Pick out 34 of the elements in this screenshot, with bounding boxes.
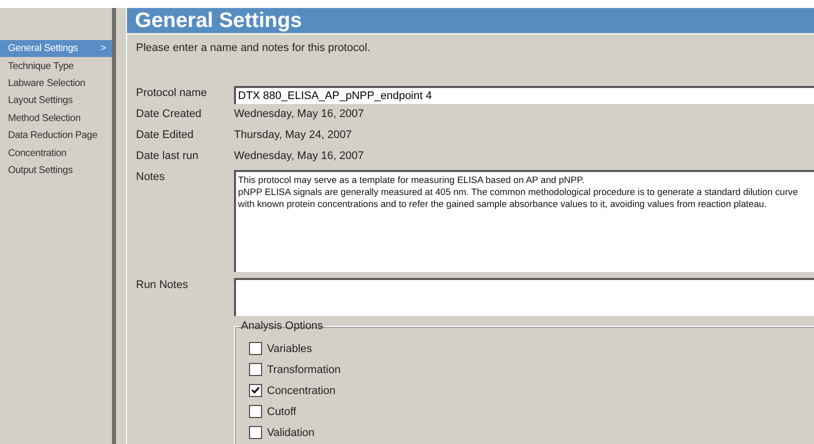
field-label: Notes [136,171,165,183]
notes-field[interactable]: This protocol may serve as a template for measuring ELISA based on AP and pNPP. pNPP ELISA signals are generally measured at 405 nm. The common methodological procedure is to generate a standard dilution curve with known protein concentrations and to refer the gained sample absorbance values to it, avoiding values from reaction plateau. [234,170,814,272]
checkbox[interactable] [249,363,262,376]
date-value: Thursday, May 24, 2007 [234,128,352,141]
field-label: Run Notes [136,279,188,291]
run-notes-field[interactable] [234,278,814,316]
checkbox-label: Concentration [267,384,336,396]
group-title: Analysis Options [240,320,324,332]
sidebar-item[interactable]: Method Selection [0,110,112,127]
checkbox[interactable] [249,405,262,418]
sidebar-item[interactable]: Technique Type [0,57,112,75]
sidebar-item[interactable]: Output Settings [0,162,112,180]
checkbox-label: Transformation [267,364,341,376]
sidebar-item[interactable]: Concentration [0,144,112,162]
sidebar-item[interactable]: Labware Selection [0,74,112,92]
field-label: Protocol name [136,87,207,99]
sidebar-item[interactable]: Layout Settings [0,92,112,110]
date-value: Wednesday, May 16, 2007 [234,149,364,162]
field-label: Date last run [136,150,198,162]
instruction-text: Please enter a name and notes for this protocol. [136,42,370,54]
page-title: General Settings [127,8,814,35]
date-value: Wednesday, May 16, 2007 [234,107,364,120]
checkbox-label: Variables [267,342,312,354]
checkbox[interactable] [249,342,262,355]
sidebar-item[interactable]: Data Reduction Page [0,126,112,144]
field-label: Date Edited [136,129,194,141]
checkbox[interactable] [249,426,262,439]
checkbox[interactable] [249,384,262,397]
chevron-icon: > [100,43,106,54]
protocol-name-field[interactable]: DTX 880_ELISA_AP_pNPP_endpoint 4 [234,86,814,104]
checkbox-label: Validation [267,426,314,438]
sidebar-item[interactable]: General Settings > [0,40,112,58]
field-label: Date Created [136,108,202,120]
checkbox-label: Cutoff [267,406,296,418]
